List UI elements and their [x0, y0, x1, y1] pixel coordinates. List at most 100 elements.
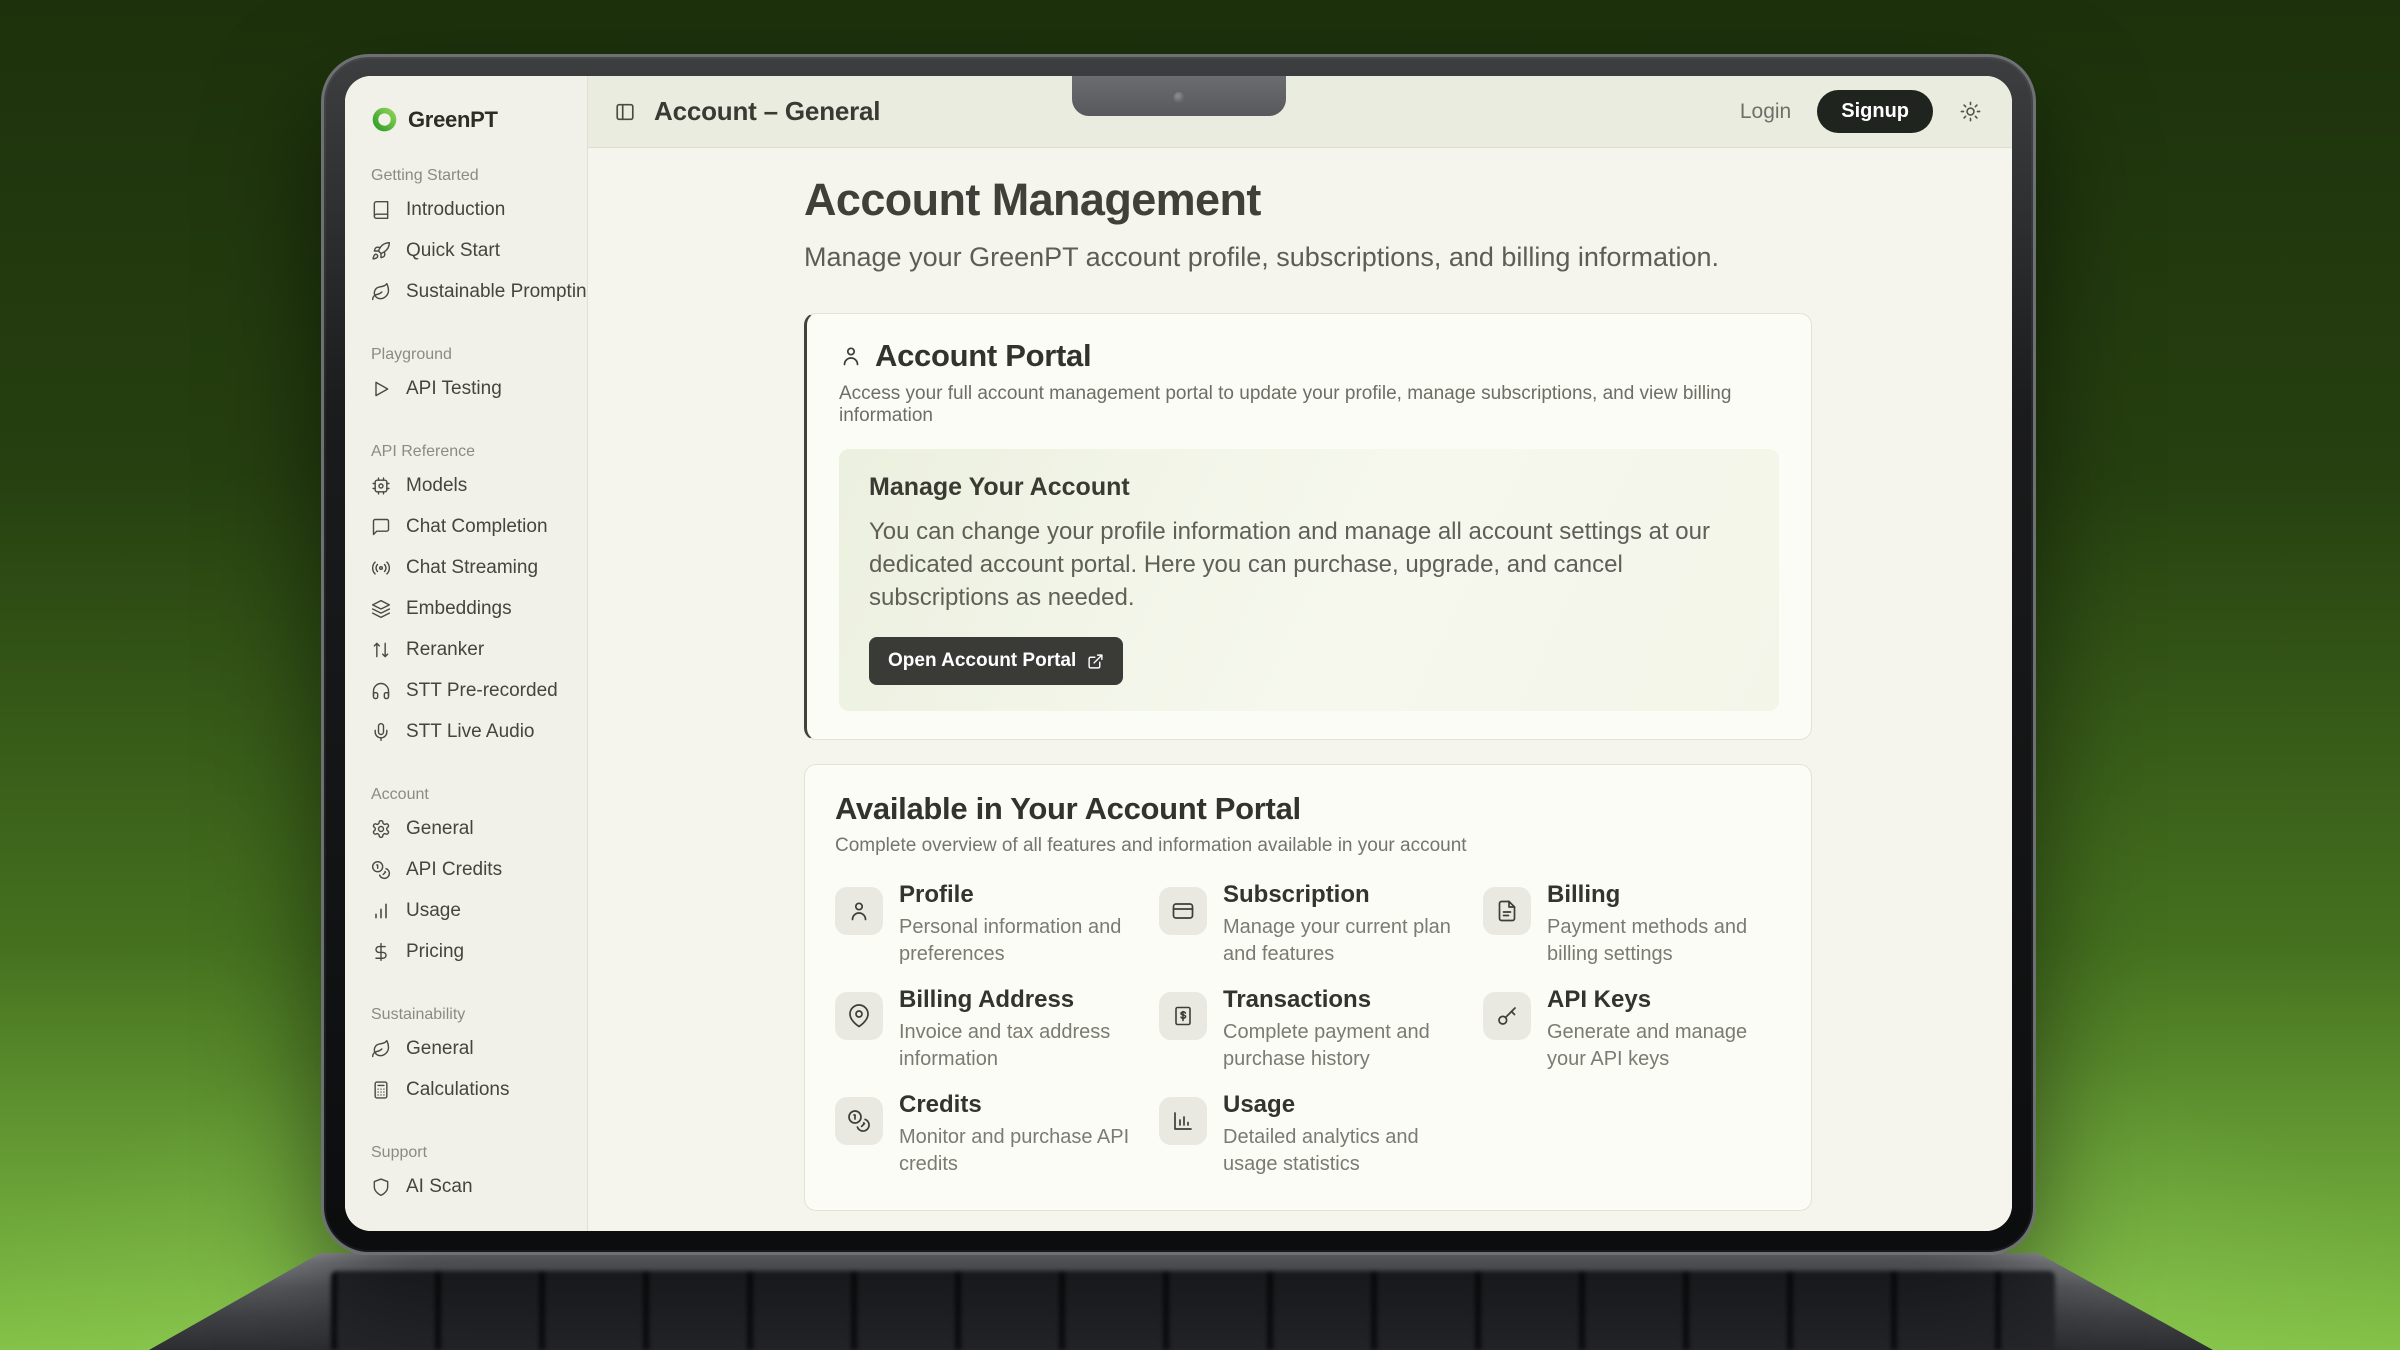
section-label: Sustainability: [371, 1006, 569, 1024]
laptop: GreenPT Getting Started Introduction Qui…: [321, 54, 2036, 1255]
chart-column-icon: [1171, 1109, 1195, 1133]
sidebar-item-account-general[interactable]: General: [371, 808, 569, 849]
sidebar-item-calculations[interactable]: Calculations: [371, 1069, 569, 1110]
topbar: Account – General Login Signup: [588, 76, 2012, 148]
feature-usage: Usage Detailed analytics and usage stati…: [1159, 1091, 1457, 1180]
signup-button[interactable]: Signup: [1817, 90, 1933, 133]
leaf-icon: [371, 1039, 391, 1059]
sort-arrows-icon: [371, 640, 391, 660]
sidebar-item-api-credits[interactable]: API Credits: [371, 849, 569, 890]
feature-description: Detailed analytics and usage statistics: [1223, 1124, 1457, 1177]
sidebar-item-label: Chat Streaming: [406, 557, 538, 579]
sidebar-item-label: Pricing: [406, 941, 464, 963]
sidebar-item-embeddings[interactable]: Embeddings: [371, 588, 569, 629]
feature-icon-box: [835, 1097, 883, 1145]
sidebar-item-label: Reranker: [406, 639, 484, 661]
play-icon: [371, 379, 391, 399]
calculator-icon: [371, 1080, 391, 1100]
main-column: Account – General Login Signup Account M…: [588, 76, 2012, 1231]
page-breadcrumb-title: Account – General: [654, 96, 880, 127]
sidebar-item-ai-scan[interactable]: AI Scan: [371, 1166, 569, 1207]
section-label: API Reference: [371, 443, 569, 461]
layers-icon: [371, 599, 391, 619]
feature-icon-box: [1483, 887, 1531, 935]
account-portal-card: Account Portal Access your full account …: [804, 313, 1812, 740]
feature-description: Monitor and purchase API credits: [899, 1124, 1133, 1177]
feature-title: API Keys: [1547, 986, 1781, 1014]
credit-card-icon: [1171, 899, 1195, 923]
sidebar-item-pricing[interactable]: Pricing: [371, 931, 569, 972]
sidebar-item-label: API Testing: [406, 378, 502, 400]
laptop-notch: [1072, 76, 1286, 116]
sidebar-item-chat-completion[interactable]: Chat Completion: [371, 506, 569, 547]
sidebar-item-label: AI Scan: [406, 1176, 473, 1198]
feature-credits: Credits Monitor and purchase API credits: [835, 1091, 1133, 1180]
brand-logo[interactable]: GreenPT: [371, 106, 569, 133]
section-label: Account: [371, 786, 569, 804]
topbar-actions: Login Signup: [1740, 90, 1982, 133]
feature-icon-box: [1159, 1097, 1207, 1145]
feature-description: Generate and manage your API keys: [1547, 1019, 1781, 1072]
card-title: Account Portal: [875, 338, 1091, 374]
feature-transactions: Transactions Complete payment and purcha…: [1159, 986, 1457, 1075]
feature-profile: Profile Personal information and prefere…: [835, 881, 1133, 970]
gear-icon: [371, 819, 391, 839]
feature-icon-box: [1483, 992, 1531, 1040]
feature-title: Billing Address: [899, 986, 1133, 1014]
feature-title: Billing: [1547, 881, 1781, 909]
sidebar-item-introduction[interactable]: Introduction: [371, 189, 569, 230]
open-account-portal-button[interactable]: Open Account Portal: [869, 637, 1123, 685]
sidebar-item-label: Introduction: [406, 199, 505, 221]
sidebar-toggle-button[interactable]: [614, 101, 636, 123]
feature-title: Usage: [1223, 1091, 1457, 1119]
sidebar-item-stt-pre-recorded[interactable]: STT Pre-recorded: [371, 670, 569, 711]
sidebar-section-account: Account General API Credits Usage Pricin…: [371, 786, 569, 972]
sidebar-item-label: General: [406, 818, 474, 840]
sidebar-item-sustainability-general[interactable]: General: [371, 1028, 569, 1069]
document-icon: [1495, 899, 1519, 923]
page-title: Account Management: [804, 174, 2012, 226]
feature-billing: Billing Payment methods and billing sett…: [1483, 881, 1781, 970]
sidebar-section-playground: Playground API Testing: [371, 346, 569, 409]
key-icon: [1495, 1004, 1519, 1028]
sidebar-item-label: Models: [406, 475, 467, 497]
feature-description: Personal information and preferences: [899, 914, 1133, 967]
sidebar-item-label: Chat Completion: [406, 516, 548, 538]
chip-icon: [371, 476, 391, 496]
shield-icon: [371, 1177, 391, 1197]
feature-title: Profile: [899, 881, 1133, 909]
coins-icon: [371, 860, 391, 880]
sidebar-section-api-reference: API Reference Models Chat Completion Cha…: [371, 443, 569, 752]
sidebar-item-api-testing[interactable]: API Testing: [371, 368, 569, 409]
sidebar-item-models[interactable]: Models: [371, 465, 569, 506]
laptop-keyboard: [331, 1271, 2055, 1350]
user-icon: [847, 899, 871, 923]
sidebar-section-getting-started: Getting Started Introduction Quick Start…: [371, 167, 569, 312]
sun-icon: [1959, 100, 1982, 123]
feature-title: Subscription: [1223, 881, 1457, 909]
button-label: Open Account Portal: [888, 650, 1076, 672]
coins-icon: [847, 1109, 871, 1133]
sidebar-section-support: Support AI Scan: [371, 1144, 569, 1207]
sidebar-item-label: STT Pre-recorded: [406, 680, 558, 702]
content-area: Account Management Manage your GreenPT a…: [588, 148, 2012, 1231]
laptop-camera: [1173, 92, 1184, 103]
page-subtitle: Manage your GreenPT account profile, sub…: [804, 242, 2012, 273]
sidebar-item-sustainable-prompting[interactable]: Sustainable Prompting: [371, 271, 569, 312]
bar-chart-icon: [371, 901, 391, 921]
sidebar-item-label: Embeddings: [406, 598, 512, 620]
laptop-base: [149, 1253, 2213, 1350]
theme-toggle-button[interactable]: [1959, 100, 1982, 123]
sidebar-item-stt-live-audio[interactable]: STT Live Audio: [371, 711, 569, 752]
screen: GreenPT Getting Started Introduction Qui…: [345, 76, 2012, 1231]
login-link[interactable]: Login: [1740, 100, 1791, 124]
sidebar-item-usage[interactable]: Usage: [371, 890, 569, 931]
sidebar-item-label: Quick Start: [406, 240, 500, 262]
sidebar-item-reranker[interactable]: Reranker: [371, 629, 569, 670]
feature-description: Complete payment and purchase history: [1223, 1019, 1457, 1072]
sidebar-item-chat-streaming[interactable]: Chat Streaming: [371, 547, 569, 588]
external-link-icon: [1087, 653, 1104, 670]
brand-name: GreenPT: [408, 107, 498, 133]
sidebar-item-quick-start[interactable]: Quick Start: [371, 230, 569, 271]
sidebar-item-label: API Credits: [406, 859, 502, 881]
